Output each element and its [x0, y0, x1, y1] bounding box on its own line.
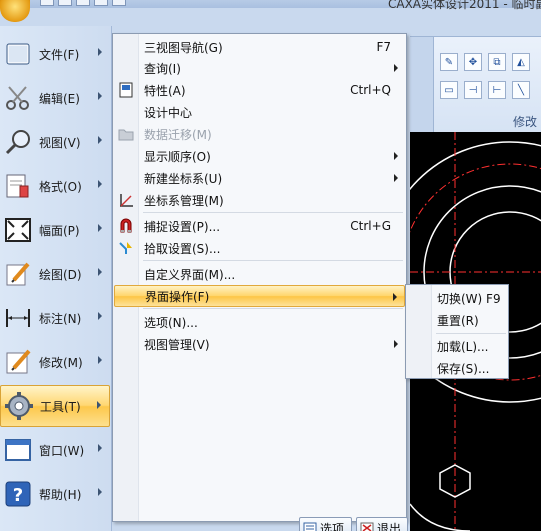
mirror-axis-icon[interactable]: ◭	[512, 53, 530, 71]
menu-item-options[interactable]: 选项(N)...	[114, 311, 405, 333]
submenu-arrow-icon	[394, 64, 398, 72]
app-menu-file[interactable]: 文件(F)	[0, 33, 110, 75]
chevron-right-icon	[98, 48, 102, 56]
sheet-frame-icon	[1, 213, 35, 247]
menu-separator	[143, 212, 403, 213]
move-tool-icon[interactable]: ✥	[464, 53, 482, 71]
menu-item-pick-settings[interactable]: 拾取设置(S)...	[114, 237, 405, 259]
shortcut: Ctrl+Q	[350, 83, 391, 97]
trim-tool-icon[interactable]: ⊣	[464, 81, 482, 99]
help-icon: ?	[1, 477, 35, 511]
menu-separator	[143, 308, 403, 309]
pick-icon	[114, 237, 138, 259]
properties-icon	[114, 79, 138, 101]
flyout-item-reset[interactable]: 重置(R)	[437, 309, 479, 331]
menu-item-customize-ui[interactable]: 自定义界面(M)...	[114, 263, 405, 285]
gear-icon	[2, 389, 36, 423]
submenu-arrow-icon	[394, 174, 398, 182]
dimension-icon	[1, 301, 35, 335]
extend-tool-icon[interactable]: ⊢	[488, 81, 506, 99]
format-brush-icon	[1, 169, 35, 203]
interface-ops-flyout: 切换(W) F9 重置(R) 加载(L)... 保存(S)...	[405, 284, 509, 379]
quick-access-toolbar	[40, 0, 126, 6]
application-menu: 文件(F) 编辑(E) 视图(V) 格式(O) 幅面(P) 绘图(D) 标注(N…	[0, 26, 112, 531]
chevron-right-icon	[98, 312, 102, 320]
qat-button[interactable]	[112, 0, 126, 6]
submenu-arrow-icon	[394, 152, 398, 160]
app-menu-draw[interactable]: 绘图(D)	[0, 253, 110, 295]
chevron-right-icon	[98, 136, 102, 144]
qat-button[interactable]	[76, 0, 90, 6]
app-menu-edit[interactable]: 编辑(E)	[0, 77, 110, 119]
options-button[interactable]: 选项	[299, 517, 352, 531]
qat-button[interactable]	[40, 0, 54, 6]
menu-item-view-manager[interactable]: 视图管理(V)	[114, 333, 405, 355]
qat-button[interactable]	[58, 0, 72, 6]
chevron-right-icon	[98, 224, 102, 232]
magnifier-icon	[1, 125, 35, 159]
chevron-right-icon	[98, 356, 102, 364]
submenu-arrow-icon	[394, 340, 398, 348]
pencil-icon	[1, 257, 35, 291]
window-icon	[1, 433, 35, 467]
ribbon-group-label: 修改	[512, 115, 537, 129]
qat-button[interactable]	[94, 0, 108, 6]
svg-text:?: ?	[13, 485, 23, 506]
folder-icon	[1, 37, 35, 71]
flyout-item-save[interactable]: 保存(S)...	[437, 357, 489, 379]
rectangle-tool-icon[interactable]: ▭	[440, 81, 458, 99]
app-menu-help[interactable]: ? 帮助(H)	[0, 473, 110, 515]
menu-item-new-ucs[interactable]: 新建坐标系(U)	[114, 167, 405, 189]
chevron-right-icon	[98, 92, 102, 100]
chevron-right-icon	[98, 268, 102, 276]
menu-item-properties[interactable]: 特性(A) Ctrl+Q	[114, 79, 405, 101]
copy-tool-icon[interactable]: ⧉	[488, 53, 506, 71]
shortcut: F7	[376, 40, 391, 54]
chevron-right-icon	[98, 444, 102, 452]
magnet-icon	[114, 215, 138, 237]
app-menu-dimension[interactable]: 标注(N)	[0, 297, 110, 339]
menu-separator	[143, 260, 403, 261]
app-menu-sheet[interactable]: 幅面(P)	[0, 209, 110, 251]
mirror-tool-icon[interactable]: ✎	[440, 53, 458, 71]
exit-button[interactable]: 退出	[356, 517, 408, 531]
chevron-right-icon	[97, 401, 101, 409]
flyout-item-load[interactable]: 加载(L)...	[437, 335, 489, 357]
menu-item-data-migration[interactable]: 数据迁移(M)	[114, 123, 405, 145]
chevron-right-icon	[98, 180, 102, 188]
coordinate-icon	[114, 189, 138, 211]
tools-submenu: 三视图导航(G) F7 查询(I) 特性(A) Ctrl+Q 设计中心 数据迁移…	[112, 33, 407, 522]
shortcut: Ctrl+G	[350, 219, 391, 233]
ribbon-panel: ✎ ✥ ⧉ ◭ ▭ ⊣ ⊢ ╲ 修改	[410, 36, 541, 133]
menu-item-query[interactable]: 查询(I)	[114, 57, 405, 79]
app-menu-modify[interactable]: 修改(M)	[0, 341, 110, 383]
options-icon	[303, 522, 317, 531]
menu-item-design-center[interactable]: 设计中心	[114, 101, 405, 123]
menu-separator	[436, 333, 506, 334]
close-icon	[360, 522, 374, 531]
edit-pencil-icon	[1, 345, 35, 379]
menu-item-snap-settings[interactable]: 捕捉设置(P)... Ctrl+G	[114, 215, 405, 237]
menu-item-three-view-nav[interactable]: 三视图导航(G) F7	[114, 36, 405, 58]
submenu-arrow-icon	[393, 293, 397, 301]
app-menu-view[interactable]: 视图(V)	[0, 121, 110, 163]
app-menu-window[interactable]: 窗口(W)	[0, 429, 110, 471]
flyout-item-switch[interactable]: 切换(W) F9	[437, 287, 501, 309]
app-menu-tools[interactable]: 工具(T)	[0, 385, 110, 427]
app-menu-format[interactable]: 格式(O)	[0, 165, 110, 207]
window-title: CAXA实体设计2011 - 临时副本	[388, 0, 541, 11]
chevron-right-icon	[98, 488, 102, 496]
menu-item-display-order[interactable]: 显示顺序(O)	[114, 145, 405, 167]
scissors-icon	[1, 81, 35, 115]
ribbon-divider	[410, 37, 434, 133]
break-tool-icon[interactable]: ╲	[512, 81, 530, 99]
menu-item-interface-ops[interactable]: 界面操作(F)	[114, 285, 405, 307]
menu-item-ucs-manager[interactable]: 坐标系管理(M)	[114, 189, 405, 211]
app-logo-button[interactable]	[0, 0, 30, 22]
folder-disabled-icon	[114, 123, 138, 145]
